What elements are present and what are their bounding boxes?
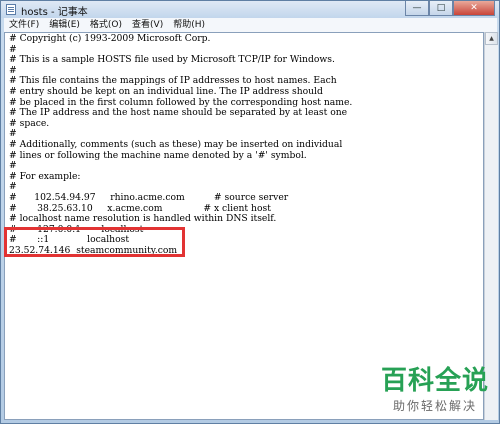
text-line: # This is a sample HOSTS file used by Mi…	[9, 54, 335, 66]
text-editor[interactable]: # Copyright (c) 1993-2009 Microsoft Corp…	[4, 32, 484, 420]
watermark-tagline: 助你轻松解决	[392, 399, 477, 413]
text-line: # entry should be kept on an individual …	[9, 85, 323, 97]
menu-bar: 文件(F) 编辑(E) 格式(O) 查看(V) 帮助(H)	[4, 18, 497, 32]
menu-file[interactable]: 文件(F)	[4, 18, 44, 32]
maximize-button[interactable]: □	[429, 1, 453, 16]
window-controls: — □ ✕	[405, 1, 495, 16]
highlight-annotation	[4, 227, 185, 257]
menu-view[interactable]: 查看(V)	[127, 18, 168, 32]
text-line: # space.	[9, 117, 50, 129]
notepad-icon	[6, 4, 16, 15]
text-line: # The IP address and the host name shoul…	[9, 107, 348, 119]
minimize-button[interactable]: —	[405, 1, 429, 16]
text-line: # Additionally, comments (such as these)…	[9, 138, 343, 150]
text-line: # 102.54.94.97 rhino.acme.com # source s…	[9, 191, 289, 203]
window-title: hosts - 记事本	[21, 7, 88, 18]
menu-format[interactable]: 格式(O)	[85, 18, 127, 32]
watermark: 百科全说 助你轻松解决	[381, 367, 489, 414]
text-line: # Copyright (c) 1993-2009 Microsoft Corp…	[9, 33, 211, 44]
title-bar[interactable]: hosts - 记事本 — □ ✕	[1, 1, 499, 18]
text-content: # Copyright (c) 1993-2009 Microsoft Corp…	[9, 33, 352, 256]
close-button[interactable]: ✕	[453, 1, 495, 16]
menu-edit[interactable]: 编辑(E)	[44, 18, 85, 32]
text-line: # lines or following the machine name de…	[9, 149, 307, 161]
menu-help[interactable]: 帮助(H)	[168, 18, 210, 32]
vertical-scrollbar[interactable]: ▲	[484, 32, 498, 420]
scroll-up-arrow-icon[interactable]: ▲	[485, 32, 498, 45]
notepad-window: hosts - 记事本 — □ ✕ 文件(F) 编辑(E) 格式(O) 查看(V…	[0, 0, 500, 424]
watermark-logo: 百科全说	[380, 366, 489, 396]
text-line: # For example:	[9, 170, 81, 182]
